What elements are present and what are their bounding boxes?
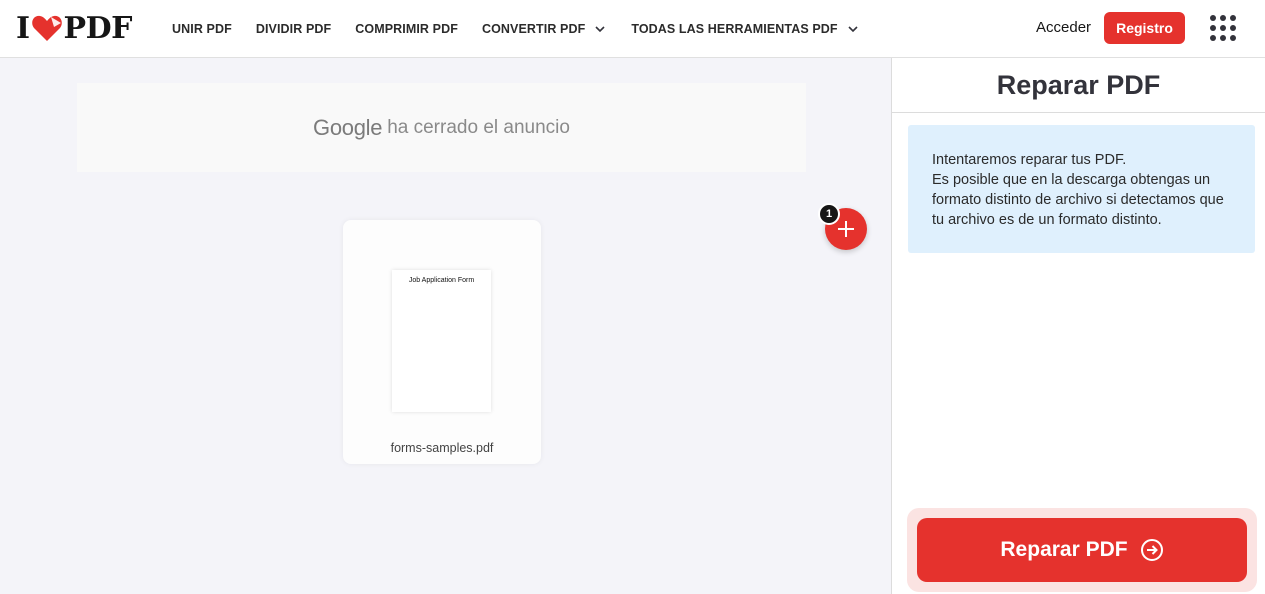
- ad-placeholder: Google ha cerrado el anuncio: [77, 83, 806, 172]
- thumbnail-title: Job Application Form: [408, 277, 475, 284]
- action-label: Reparar PDF: [1000, 538, 1128, 561]
- file-thumbnail: Job Application Form: [392, 270, 491, 412]
- nav-label: CONVERTIR PDF: [481, 21, 586, 36]
- plus-icon: [838, 221, 854, 237]
- heart-icon: [31, 15, 62, 41]
- logo-letter: I: [16, 10, 30, 46]
- info-line: Es posible que en la descarga obtengas u…: [932, 172, 1224, 228]
- nav-label: UNIR PDF: [172, 21, 232, 36]
- google-wordmark: Google: [313, 114, 383, 140]
- repair-pdf-button[interactable]: Reparar PDF: [917, 518, 1247, 582]
- nav-dividir-pdf[interactable]: DIVIDIR PDF: [256, 22, 331, 36]
- file-card[interactable]: Job Application Form forms-samples.pdf: [343, 220, 541, 464]
- nav-label: DIVIDIR PDF: [255, 21, 332, 36]
- chevron-down-icon: [595, 25, 605, 32]
- nav-label: TODAS LAS HERRAMIENTAS PDF: [631, 21, 838, 36]
- nav-label: COMPRIMIR PDF: [355, 21, 458, 36]
- file-count-badge: 1: [818, 203, 840, 225]
- file-workspace: Google ha cerrado el anuncio Job Applica…: [0, 58, 891, 594]
- file-name: forms-samples.pdf: [390, 441, 494, 455]
- ad-closed-text: ha cerrado el anuncio: [387, 116, 570, 138]
- info-box: Intentaremos reparar tus PDF. Es posible…: [908, 125, 1255, 253]
- top-header: I PDF UNIR PDF DIVIDIR PDF COMPRIMIR PDF…: [0, 0, 1265, 58]
- login-link[interactable]: Acceder: [1036, 19, 1091, 36]
- info-line: Intentaremos reparar tus PDF.: [932, 152, 1127, 168]
- register-button[interactable]: Registro: [1104, 12, 1185, 44]
- chevron-down-icon: [848, 25, 858, 32]
- nav-convertir-pdf[interactable]: CONVERTIR PDF: [482, 22, 607, 36]
- apps-grid-icon[interactable]: [1210, 15, 1236, 41]
- main-nav: UNIR PDF DIVIDIR PDF COMPRIMIR PDF CONVE…: [160, 0, 872, 57]
- arrow-right-circle-icon: [1140, 539, 1163, 561]
- nav-unir-pdf[interactable]: UNIR PDF: [172, 22, 232, 36]
- action-button-wrap: Reparar PDF: [907, 508, 1257, 592]
- ilovepdf-logo[interactable]: I PDF: [16, 10, 133, 46]
- nav-todas-herramientas[interactable]: TODAS LAS HERRAMIENTAS PDF: [631, 22, 859, 36]
- tool-sidebar: Reparar PDF Intentaremos reparar tus PDF…: [891, 58, 1265, 594]
- logo-text: PDF: [63, 10, 133, 46]
- nav-comprimir-pdf[interactable]: COMPRIMIR PDF: [355, 22, 458, 36]
- sidebar-title: Reparar PDF: [892, 58, 1265, 113]
